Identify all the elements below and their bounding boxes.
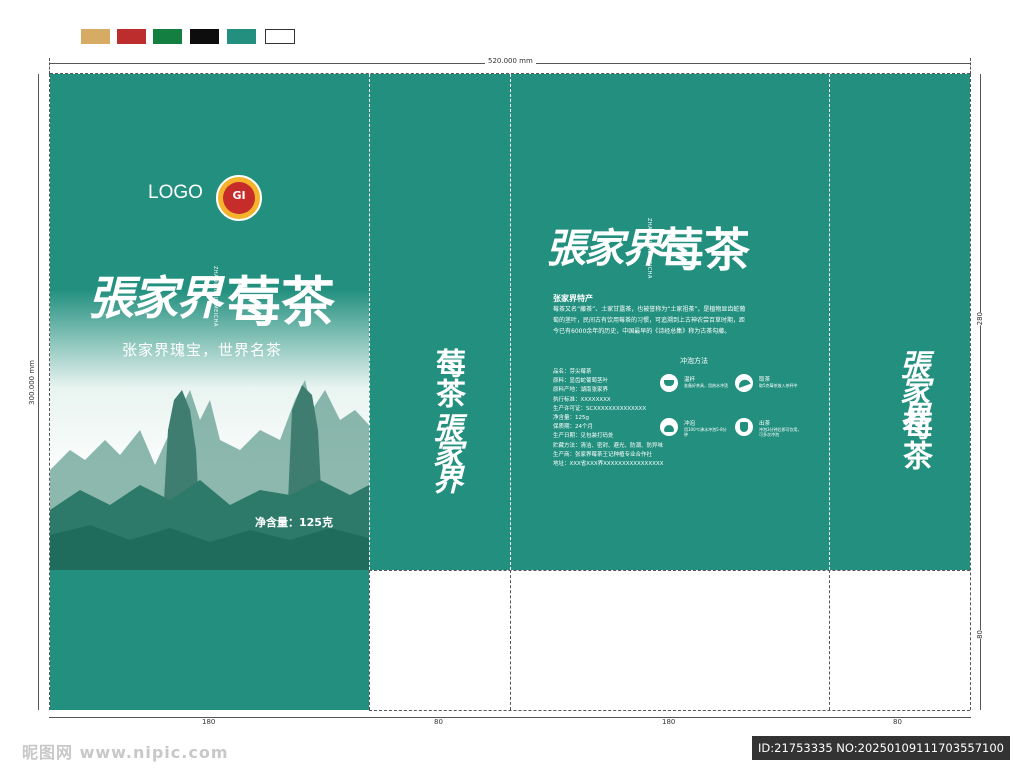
back-product-name: 莓茶 xyxy=(658,223,750,277)
gi-badge-text: GI xyxy=(232,189,246,202)
left-dimension-label: 300.000 mm xyxy=(28,360,36,405)
color-swatch-red xyxy=(117,29,146,44)
front-net-weight: 净含量：125克 xyxy=(255,516,333,529)
fold-line xyxy=(829,74,830,570)
intro-body: 莓茶又名“藤茶”、土家甘露茶，也被誉称为“土家祖茶”，是植物显齿蛇葡 萄的茎叶，… xyxy=(553,304,745,337)
brew-step-title: 冲泡 xyxy=(684,421,696,427)
side2-product-name: 莓茶 xyxy=(897,410,932,470)
scoop-icon xyxy=(735,374,753,392)
color-swatch-white xyxy=(265,29,295,44)
right-dimension-top-label: 280 xyxy=(976,312,984,326)
front-brand-pinyin: ZHANGJIAJIE MEICHA xyxy=(212,266,218,327)
fold-line xyxy=(49,74,50,710)
watermark-left: 昵图网 www.nipic.com xyxy=(22,743,229,762)
spec-item: 生产商：张家界莓茶王记种植专业合作社 xyxy=(553,451,653,458)
fold-line xyxy=(510,74,511,570)
spec-item: 执行标准：XXXXXXXX xyxy=(553,396,611,403)
pour-icon xyxy=(735,418,753,436)
brew-step-2: 取茶 取5克莓茶放入茶杯中 xyxy=(735,374,805,398)
color-swatch-black xyxy=(190,29,219,44)
bottom-dim-side2: 80 xyxy=(893,718,902,726)
fold-line xyxy=(369,570,370,710)
bottom-dimension-line xyxy=(49,717,971,718)
brew-step-title: 出茶 xyxy=(759,421,771,427)
cup-icon xyxy=(660,374,678,392)
brew-step-4: 出茶 冲泡3分钟后即可饮用，可多次冲泡 xyxy=(735,418,805,442)
brew-step-desc: 用100℃沸水冲泡5-8分钟 xyxy=(684,427,727,437)
side-product-name: 莓茶 xyxy=(430,348,465,408)
spec-item: 地址：XXX省XXX界XXXXXXXXXXXXXXXX xyxy=(553,461,664,468)
left-dimension-line xyxy=(38,74,39,710)
bottom-dim-front: 180 xyxy=(202,718,216,726)
spec-item: 生产许可证：SCXXXXXXXXXXXXXX xyxy=(553,405,647,412)
fold-line xyxy=(369,710,970,711)
pot-icon xyxy=(660,418,678,436)
brew-step-desc: 取5克莓茶放入茶杯中 xyxy=(759,383,798,388)
intro-line: 萄的茎叶，民间古有饮用莓茶的习惯，可追溯到上古神农尝百草时期，距 xyxy=(553,317,746,324)
front-logo: LOGO xyxy=(148,182,203,203)
spec-item: 生产日期：见包装打码处 xyxy=(553,433,614,440)
fold-line xyxy=(369,570,970,571)
back-brand-calligraphy: 張家界 xyxy=(546,225,662,272)
fold-line xyxy=(369,74,370,570)
brew-step-desc: 冲泡3分钟后即可饮用，可多次冲泡 xyxy=(759,427,802,437)
spec-item: 原料：显齿蛇葡萄茎叶 xyxy=(553,378,609,385)
back-brand-pinyin: ZHANGJIAJIE MEICHA xyxy=(646,218,652,279)
fold-line xyxy=(50,73,970,74)
spec-item: 净含量：125g xyxy=(553,415,589,422)
side-panel xyxy=(369,74,510,570)
right-dimension-line xyxy=(980,74,981,710)
brew-step-title: 取茶 xyxy=(759,377,771,383)
intro-line: 今已有6000余年的历史，中国最早的《诗经总集》称为古茶勾藤。 xyxy=(553,328,731,335)
front-brand-calligraphy: 張家界 xyxy=(88,271,222,325)
front-product-name: 莓茶 xyxy=(227,271,335,334)
spec-item: 贮藏方法：清洁、密封、避光、防潮、防异味 xyxy=(553,442,664,449)
spec-item: 原料产地：湖南张家界 xyxy=(553,387,609,394)
fold-line xyxy=(970,74,971,710)
fold-line xyxy=(829,570,830,710)
color-swatch-gold xyxy=(81,29,110,44)
color-swatch-green xyxy=(153,29,182,44)
spec-list: 品名：芽尖莓茶 原料：显齿蛇葡萄茎叶 原料产地：湖南张家界 执行标准：XXXXX… xyxy=(553,368,663,469)
intro-line: 莓茶又名“藤茶”、土家甘露茶，也被誉称为“土家祖茶”，是植物显齿蛇葡 xyxy=(553,306,746,313)
front-slogan: 张家界瑰宝，世界名茶 xyxy=(122,341,283,359)
brew-step-title: 温杯 xyxy=(684,377,696,383)
intro-title: 张家界特产 xyxy=(553,294,593,303)
spec-item: 品名：芽尖莓茶 xyxy=(553,369,592,375)
color-swatch-teal xyxy=(227,29,256,44)
top-dimension-label: 520.000 mm xyxy=(485,57,536,65)
side-brand-calligraphy: 張家界 xyxy=(427,412,462,490)
brew-step-1: 温杯 准备好茶具，用热水冲烫 xyxy=(660,374,730,398)
brew-step-desc: 准备好茶具，用热水冲烫 xyxy=(684,383,728,388)
watermark-right: ID:21753335 NO:20250109111703557100 xyxy=(752,736,1010,760)
bottom-dim-back: 180 xyxy=(662,718,676,726)
bottom-dim-side: 80 xyxy=(434,718,443,726)
gi-badge: GI xyxy=(216,175,262,221)
side-panel-2 xyxy=(829,74,970,570)
spec-item: 保质期：24个月 xyxy=(553,424,593,431)
right-dimension-bottom-label: 80 xyxy=(976,630,984,639)
brew-title: 冲泡方法 xyxy=(680,357,708,365)
fold-line xyxy=(510,570,511,710)
brew-step-3: 冲泡 用100℃沸水冲泡5-8分钟 xyxy=(660,418,730,442)
